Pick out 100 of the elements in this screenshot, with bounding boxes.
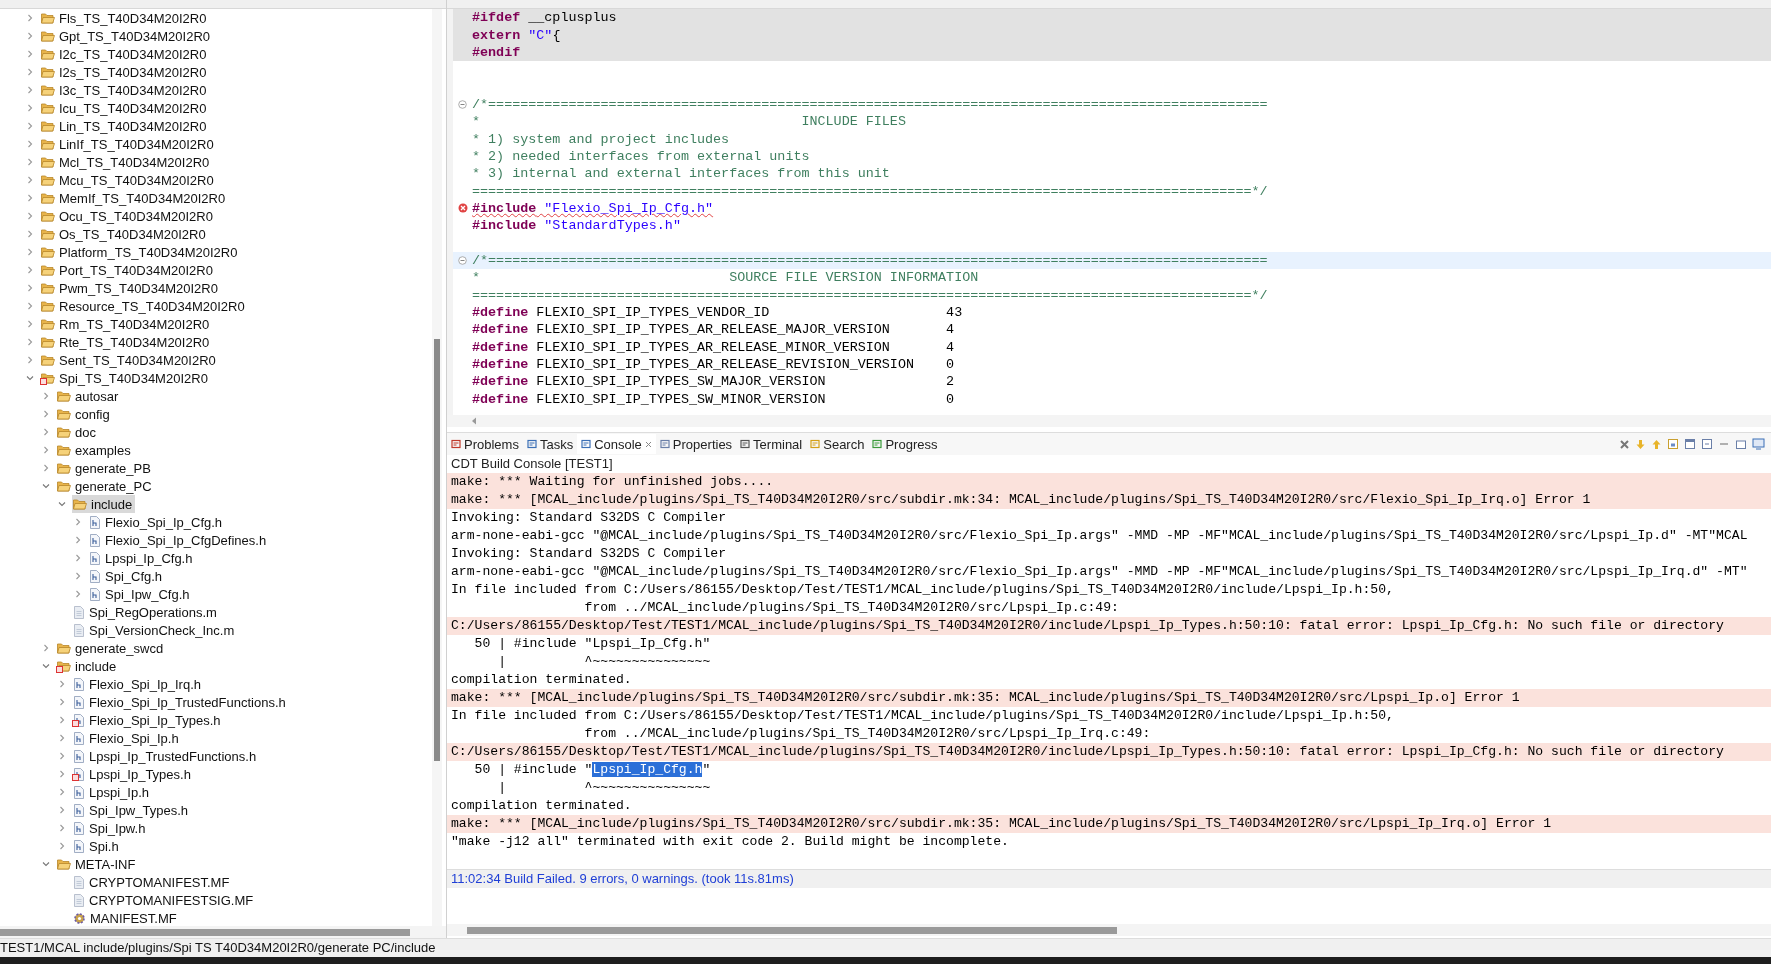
monitor-icon[interactable] (1752, 438, 1765, 450)
tree-item[interactable]: Spi_Ipw_Cfg.h (88, 585, 193, 603)
tree-item[interactable]: examples (56, 441, 134, 459)
tree-item[interactable]: Spi_RegOperations.m (72, 603, 220, 621)
chevron-icon[interactable] (42, 446, 50, 454)
tree-item[interactable]: Flexio_Spi_Ip_Cfg.h (88, 513, 226, 531)
tree-item[interactable]: generate_swcd (56, 639, 167, 657)
window-icon[interactable] (1735, 438, 1747, 450)
tree-item[interactable]: Lpspi_Ip_TrustedFunctions.h (72, 747, 260, 765)
chevron-icon[interactable] (74, 518, 82, 526)
tree-item[interactable]: Fls_TS_T40D34M20I2R0 (40, 9, 210, 27)
chevron-icon[interactable] (58, 770, 66, 778)
chevron-icon[interactable] (26, 266, 34, 274)
tree-item[interactable]: MemIf_TS_T40D34M20I2R0 (40, 189, 229, 207)
window-icon[interactable] (1684, 438, 1696, 450)
chevron-icon[interactable] (42, 464, 50, 472)
chevron-icon[interactable] (26, 338, 34, 346)
chevron-icon[interactable] (26, 302, 34, 310)
x-icon[interactable] (1619, 438, 1630, 450)
tree-item[interactable]: Ocu_TS_T40D34M20I2R0 (40, 207, 216, 225)
tree-item[interactable]: Port_TS_T40D34M20I2R0 (40, 261, 216, 279)
chevron-icon[interactable] (26, 50, 34, 58)
chevron-icon[interactable] (26, 320, 34, 328)
chevron-icon[interactable] (42, 428, 50, 436)
tree-item[interactable]: include (72, 495, 136, 513)
tree-item[interactable]: generate_PC (56, 477, 155, 495)
chevron-icon[interactable] (26, 104, 34, 112)
chevron-icon[interactable] (26, 140, 34, 148)
tree-item[interactable]: LinIf_TS_T40D34M20I2R0 (40, 135, 217, 153)
chevron-icon[interactable] (26, 194, 34, 202)
tree-item[interactable]: Mcl_TS_T40D34M20I2R0 (40, 153, 213, 171)
chevron-icon[interactable] (26, 86, 34, 94)
tree-item[interactable]: MANIFEST.MF (72, 909, 180, 926)
tab[interactable]: Tasks (522, 434, 578, 454)
tree-item[interactable]: Icu_TS_T40D34M20I2R0 (40, 99, 210, 117)
chevron-icon[interactable] (26, 284, 34, 292)
tree-item[interactable]: CRYPTOMANIFESTSIG.MF (72, 891, 257, 909)
chevron-icon[interactable] (42, 644, 50, 652)
scrollbar-thumb[interactable] (434, 339, 440, 761)
chevron-icon[interactable] (58, 680, 66, 688)
left-arrow-icon[interactable] (471, 417, 477, 425)
chevron-icon[interactable] (26, 176, 34, 184)
tree-item[interactable]: Rm_TS_T40D34M20I2R0 (40, 315, 213, 333)
chevron-icon[interactable] (26, 32, 34, 40)
chevron-icon[interactable] (42, 662, 50, 670)
tree-item[interactable]: Flexio_Spi_Ip.h (72, 729, 182, 747)
chevron-icon[interactable] (26, 248, 34, 256)
tree-item[interactable]: Flexio_Spi_Ip_CfgDefines.h (88, 531, 270, 549)
chevron-icon[interactable] (58, 734, 66, 742)
tree-item[interactable]: Platform_TS_T40D34M20I2R0 (40, 243, 241, 261)
tree-item[interactable]: Mcu_TS_T40D34M20I2R0 (40, 171, 217, 189)
tree-item[interactable]: Spi_Cfg.h (88, 567, 166, 585)
tab[interactable]: Search (806, 434, 869, 454)
chevron-icon[interactable] (58, 824, 66, 832)
chevron-icon[interactable] (42, 410, 50, 418)
tree-item[interactable]: config (56, 405, 113, 423)
tree-item[interactable]: Lpspi_Ip_Cfg.h (88, 549, 196, 567)
chevron-icon[interactable] (26, 158, 34, 166)
chevron-icon[interactable] (26, 230, 34, 238)
chevron-icon[interactable] (26, 68, 34, 76)
chevron-icon[interactable] (26, 122, 34, 130)
tree-item[interactable]: Flexio_Spi_Ip_Types.h (72, 711, 224, 729)
chevron-icon[interactable] (74, 572, 82, 580)
tree-item[interactable]: I2s_TS_T40D34M20I2R0 (40, 63, 210, 81)
tab[interactable]: Console (577, 434, 656, 454)
chevron-icon[interactable] (58, 842, 66, 850)
chevron-icon[interactable] (58, 806, 66, 814)
tree-item[interactable]: Sent_TS_T40D34M20I2R0 (40, 351, 219, 369)
tree-item[interactable]: Rte_TS_T40D34M20I2R0 (40, 333, 213, 351)
tree-item[interactable]: Spi_VersionCheck_Inc.m (72, 621, 238, 639)
tree-item[interactable]: Lin_TS_T40D34M20I2R0 (40, 117, 210, 135)
up-arrow-icon[interactable] (1651, 438, 1662, 450)
tree-item[interactable]: CRYPTOMANIFEST.MF (72, 873, 233, 891)
tree-item[interactable]: Os_TS_T40D34M20I2R0 (40, 225, 209, 243)
tree-item[interactable]: Spi_Ipw_Types.h (72, 801, 191, 819)
chevron-icon[interactable] (58, 716, 66, 724)
chevron-icon[interactable] (26, 356, 34, 364)
chevron-icon[interactable] (58, 788, 66, 796)
chevron-icon[interactable] (58, 500, 66, 508)
chevron-icon[interactable] (58, 752, 66, 760)
tree-item[interactable]: Pwm_TS_T40D34M20I2R0 (40, 279, 221, 297)
tree-item[interactable]: Spi_TS_T40D34M20I2R0 (40, 369, 211, 387)
collapse-icon[interactable] (458, 256, 467, 265)
tree-item[interactable]: Spi_Ipw.h (72, 819, 149, 837)
tree-item[interactable]: Gpt_TS_T40D34M20I2R0 (40, 27, 214, 45)
chevron-icon[interactable] (74, 536, 82, 544)
chevron-icon[interactable] (74, 590, 82, 598)
tree-item[interactable]: I2c_TS_T40D34M20I2R0 (40, 45, 210, 63)
chevron-icon[interactable] (42, 392, 50, 400)
window-icon[interactable] (1701, 438, 1713, 450)
tree-item[interactable]: Flexio_Spi_Ip_Irq.h (72, 675, 204, 693)
chevron-icon[interactable] (26, 374, 34, 382)
chevron-icon[interactable] (58, 698, 66, 706)
tree-item[interactable]: generate_PB (56, 459, 154, 477)
tree-item[interactable]: doc (56, 423, 99, 441)
chevron-icon[interactable] (74, 554, 82, 562)
tree-item[interactable]: Lpspi_Ip_Types.h (72, 765, 194, 783)
down-arrow-icon[interactable] (1635, 438, 1646, 450)
tree-item[interactable]: Flexio_Spi_Ip_TrustedFunctions.h (72, 693, 289, 711)
chevron-icon[interactable] (42, 482, 50, 490)
